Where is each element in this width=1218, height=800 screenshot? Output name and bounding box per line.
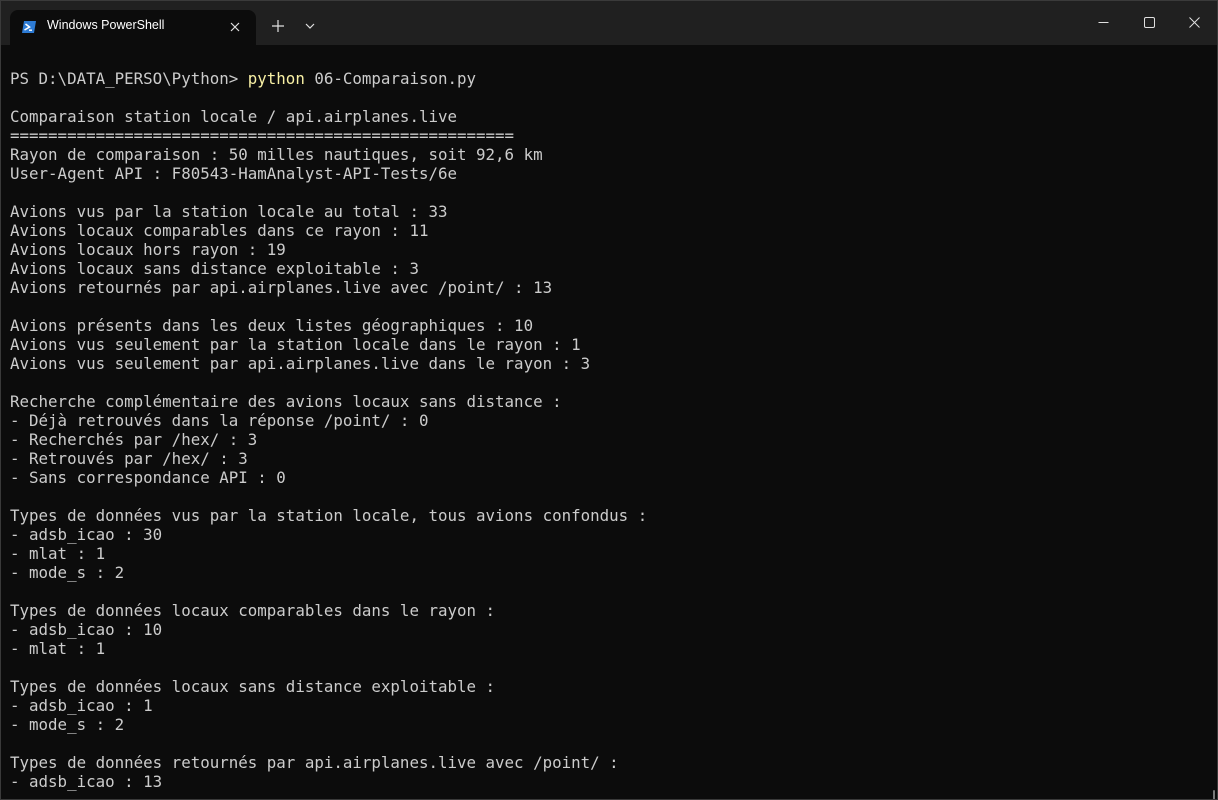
output-line (10, 658, 647, 677)
command: python (247, 69, 305, 88)
output-line: - mode_s : 2 (10, 563, 125, 582)
output-line: Avions vus seulement par api.airplanes.l… (10, 354, 591, 373)
output-line: Avions locaux sans distance exploitable … (10, 259, 419, 278)
output-line: Avions présents dans les deux listes géo… (10, 316, 534, 335)
close-tab-icon[interactable] (223, 15, 247, 39)
output-line: - Déjà retrouvés dans la réponse /point/… (10, 411, 429, 430)
output-line: - mode_s : 2 (10, 715, 125, 734)
prompt-line: PS D:\DATA_PERSO\Python> python 06-Compa… (10, 69, 647, 88)
tab-title: Windows PowerShell (47, 18, 165, 32)
output-line: - adsb_icao : 10 (10, 620, 163, 639)
tab-dropdown-button[interactable] (296, 12, 324, 40)
chevron-down-icon (305, 23, 315, 29)
output-line: - adsb_icao : 30 (10, 525, 163, 544)
output-line: Types de données locaux sans distance ex… (10, 677, 496, 696)
output-line (10, 373, 647, 392)
output-line: Types de données retournés par api.airpl… (10, 753, 619, 772)
command-argument: 06-Comparaison.py (304, 69, 477, 88)
output-line: - Retrouvés par /hex/ : 3 (10, 449, 248, 468)
new-tab-button[interactable] (264, 12, 292, 40)
output-line: Avions locaux comparables dans ce rayon … (10, 221, 429, 240)
terminal-lines: PS D:\DATA_PERSO\Python> python 06-Compa… (10, 69, 647, 791)
output-line: Avions vus seulement par la station loca… (10, 335, 581, 354)
output-line: - mlat : 1 (10, 639, 106, 658)
minimize-button[interactable] (1080, 1, 1126, 43)
output-line (10, 582, 647, 601)
tab-windows-powershell[interactable]: Windows PowerShell (10, 10, 256, 45)
close-button[interactable] (1171, 1, 1217, 43)
output-line: Avions vus par la station locale au tota… (10, 202, 448, 221)
maximize-button[interactable] (1126, 1, 1172, 43)
close-icon (1188, 16, 1200, 28)
output-line: Types de données locaux comparables dans… (10, 601, 496, 620)
output-line: - Sans correspondance API : 0 (10, 468, 286, 487)
title-bar[interactable]: Windows PowerShell (1, 1, 1217, 45)
output-line: - adsb_icao : 1 (10, 696, 153, 715)
output-line (10, 734, 647, 753)
output-line: Avions locaux hors rayon : 19 (10, 240, 286, 259)
output-line: Types de données vus par la station loca… (10, 506, 648, 525)
output-line (10, 183, 647, 202)
minimize-icon (1098, 21, 1108, 23)
terminal-output-area[interactable]: PS D:\DATA_PERSO\Python> python 06-Compa… (1, 45, 1217, 799)
output-line (10, 297, 647, 316)
output-line: - adsb_icao : 13 (10, 772, 163, 791)
output-line (10, 88, 647, 107)
output-line: User-Agent API : F80543-HamAnalyst-API-T… (10, 164, 457, 183)
output-line: Comparaison station locale / api.airplan… (10, 107, 457, 126)
terminal-window: Windows PowerShell PS D:\DATA_PERSO\Pyth… (0, 0, 1218, 800)
output-line: - Recherchés par /hex/ : 3 (10, 430, 258, 449)
output-line: Recherche complémentaire des avions loca… (10, 392, 562, 411)
powershell-icon (21, 19, 37, 35)
output-line: ========================================… (10, 126, 515, 145)
plus-icon (272, 20, 284, 32)
maximize-icon (1143, 16, 1155, 28)
output-line: Rayon de comparaison : 50 milles nautiqu… (10, 145, 543, 164)
scrollbar[interactable] (1213, 790, 1215, 799)
output-line: Avions retournés par api.airplanes.live … (10, 278, 553, 297)
output-line: - mlat : 1 (10, 544, 106, 563)
prompt: PS D:\DATA_PERSO\Python> (10, 69, 248, 88)
output-line (10, 487, 647, 506)
